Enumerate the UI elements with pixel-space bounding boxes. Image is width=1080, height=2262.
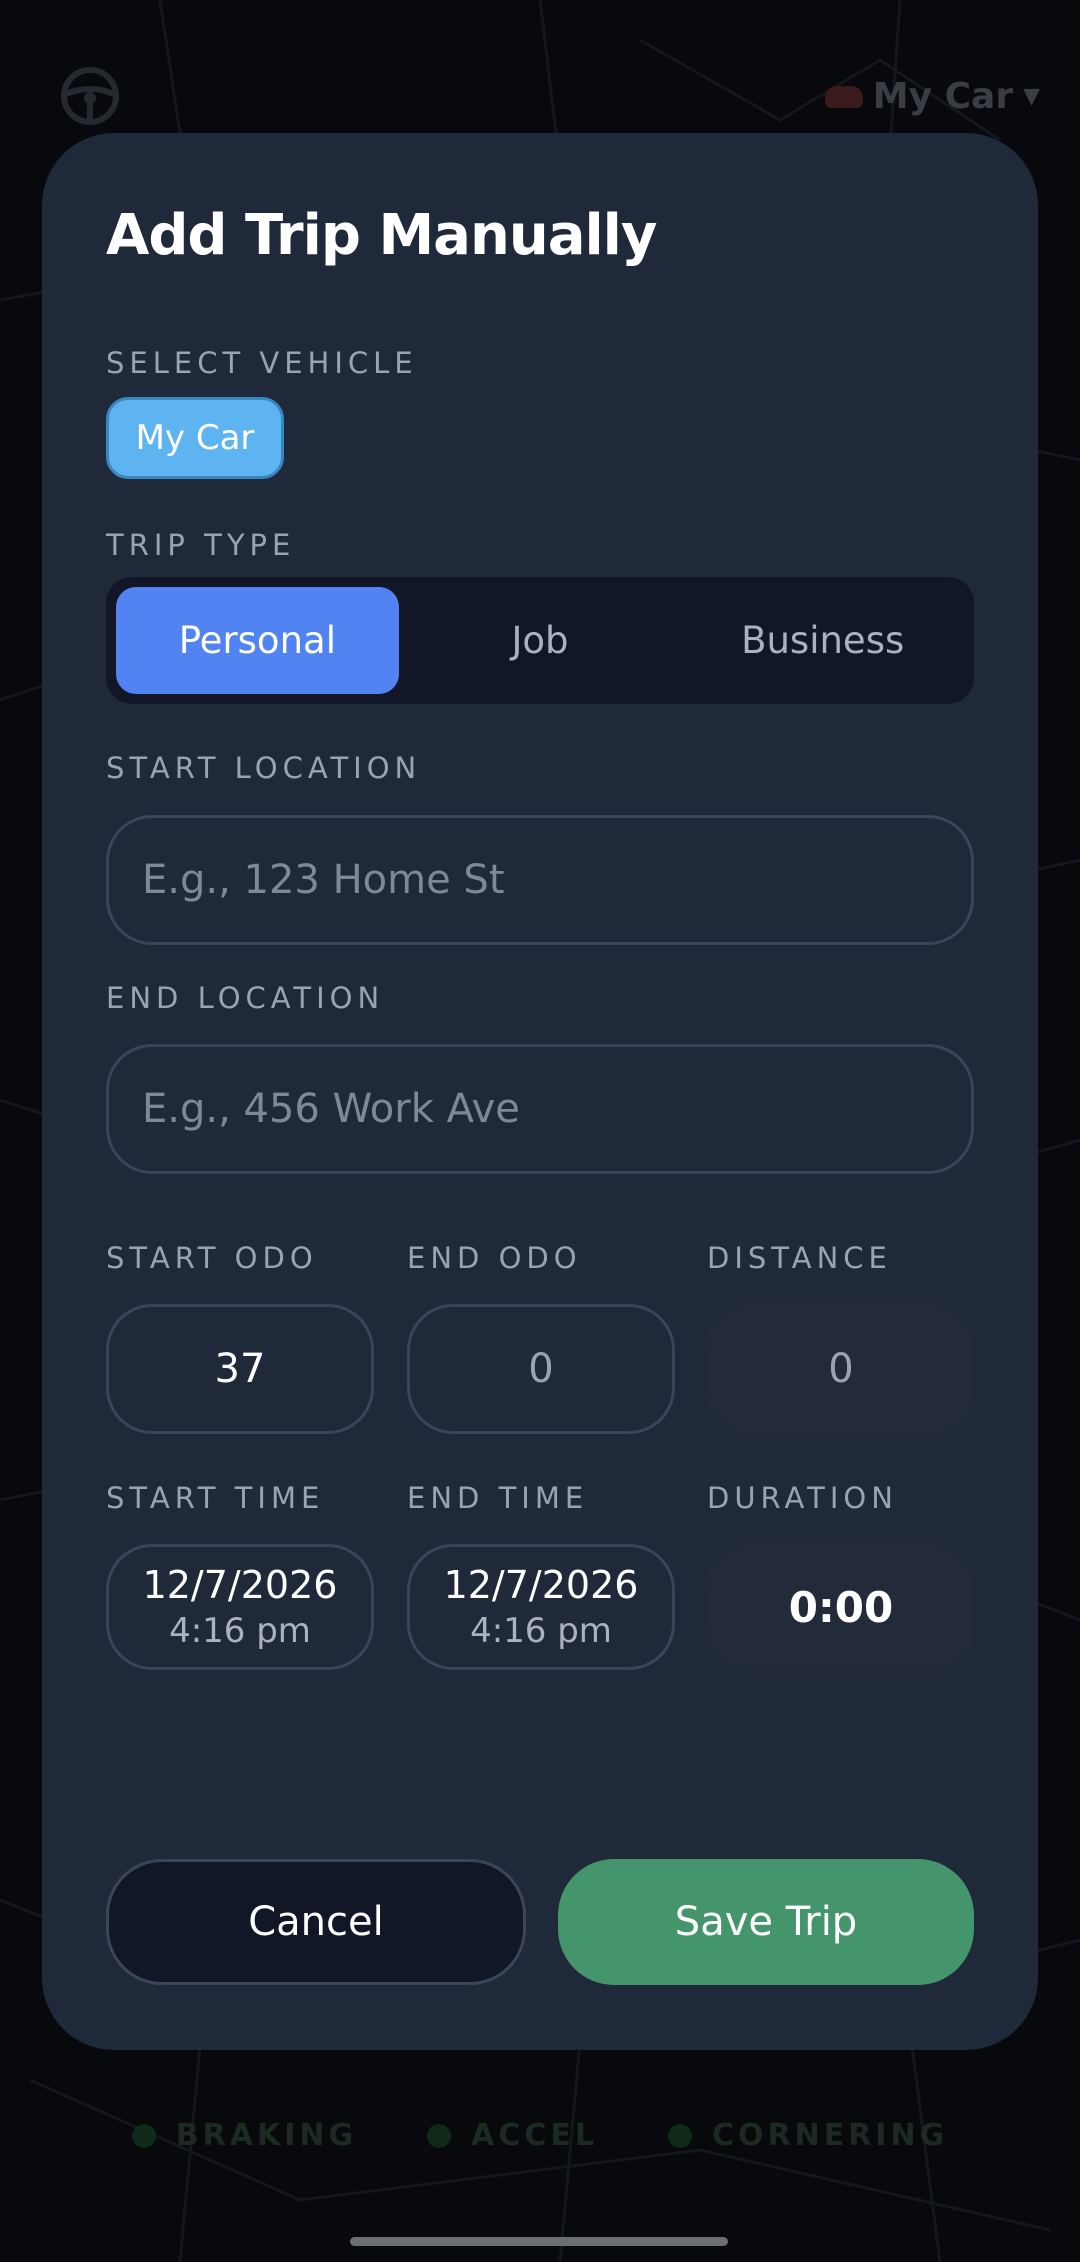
trip-type-business[interactable]: Business	[681, 587, 964, 694]
end-odo-field[interactable]: 0	[407, 1304, 675, 1434]
end-location-input[interactable]	[106, 1044, 974, 1174]
background-legend: BRAKING ACCEL CORNERING	[0, 2118, 1080, 2153]
cancel-button[interactable]: Cancel	[106, 1859, 526, 1985]
save-trip-button[interactable]: Save Trip	[558, 1859, 974, 1985]
trip-type-segmented-control: Personal Job Business	[106, 577, 974, 704]
start-location-input[interactable]	[106, 815, 974, 945]
duration-value: 0:00	[707, 1544, 975, 1670]
distance-label: DISTANCE	[707, 1241, 892, 1275]
background-vehicle-label: My Car	[872, 76, 1014, 117]
trip-type-job[interactable]: Job	[399, 587, 682, 694]
end-location-label: END LOCATION	[106, 981, 385, 1015]
start-odo-label: START ODO	[106, 1241, 318, 1275]
trip-type-personal[interactable]: Personal	[116, 587, 399, 694]
start-odo-field[interactable]: 37	[106, 1304, 374, 1434]
vehicle-chip-my-car[interactable]: My Car	[106, 397, 284, 479]
legend-item-accel: ACCEL	[427, 2118, 598, 2153]
legend-dot-icon	[427, 2123, 452, 2148]
distance-value: 0	[707, 1304, 975, 1434]
end-date-text: 12/7/2026	[443, 1563, 639, 1607]
end-time-text: 4:16 pm	[470, 1611, 612, 1651]
add-trip-modal: Add Trip Manually SELECT VEHICLE My Car …	[42, 133, 1038, 2050]
end-time-picker[interactable]: 12/7/2026 4:16 pm	[407, 1544, 675, 1670]
legend-label: ACCEL	[471, 2118, 598, 2153]
select-vehicle-label: SELECT VEHICLE	[106, 346, 418, 380]
trip-type-label: TRIP TYPE	[106, 528, 296, 562]
start-location-label: START LOCATION	[106, 751, 422, 785]
legend-item-cornering: CORNERING	[667, 2118, 949, 2153]
legend-label: BRAKING	[175, 2118, 358, 2153]
end-odo-label: END ODO	[407, 1241, 582, 1275]
start-time-text: 4:16 pm	[169, 1611, 311, 1651]
legend-dot-icon	[667, 2123, 692, 2148]
start-time-picker[interactable]: 12/7/2026 4:16 pm	[106, 1544, 374, 1670]
end-time-label: END TIME	[407, 1481, 589, 1515]
legend-label: CORNERING	[711, 2118, 949, 2153]
car-icon	[824, 85, 863, 108]
start-date-text: 12/7/2026	[142, 1563, 338, 1607]
home-indicator[interactable]	[350, 2237, 728, 2246]
start-time-label: START TIME	[106, 1481, 325, 1515]
caret-down-icon: ▼	[1023, 84, 1040, 109]
modal-title: Add Trip Manually	[106, 203, 657, 268]
legend-item-braking: BRAKING	[131, 2118, 358, 2153]
background-vehicle-selector: My Car ▼	[824, 76, 1040, 117]
steering-wheel-icon	[61, 67, 119, 125]
legend-dot-icon	[131, 2123, 156, 2148]
duration-label: DURATION	[707, 1481, 898, 1515]
